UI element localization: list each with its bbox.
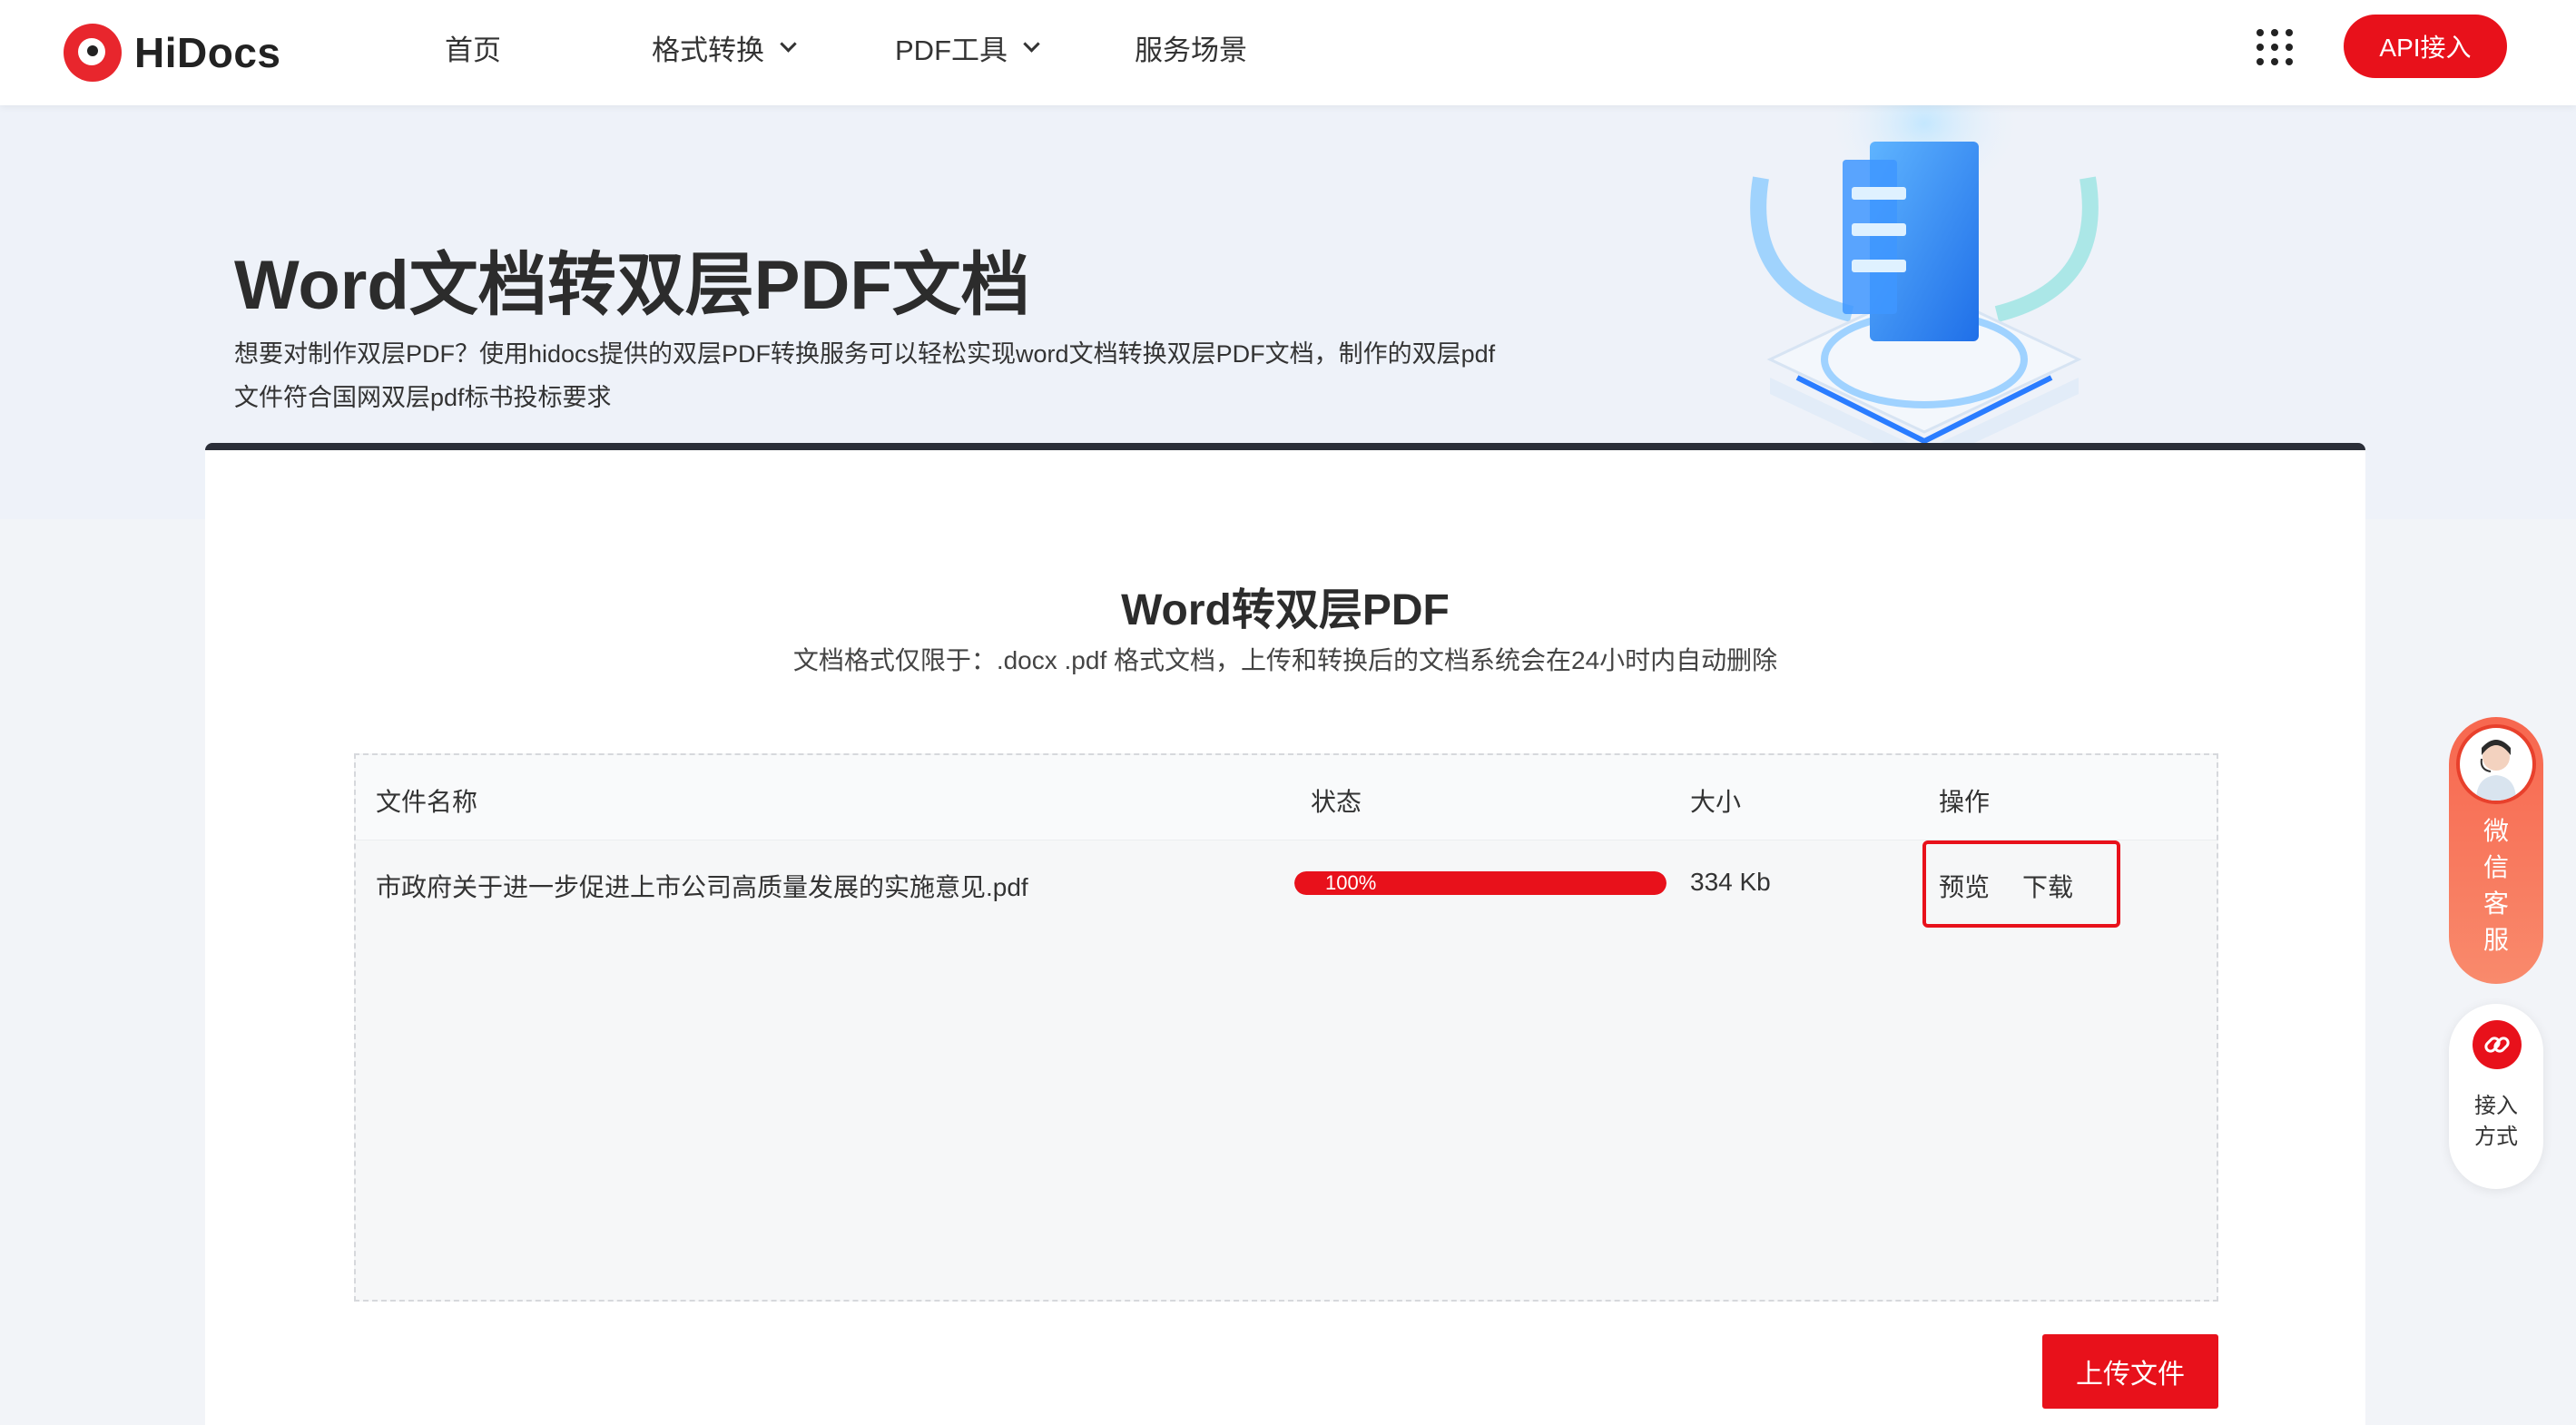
progress-bar: 100%	[1294, 871, 1667, 895]
preview-link[interactable]: 预览	[1939, 868, 1990, 904]
chevron-down-icon	[1023, 35, 1040, 53]
file-name: 市政府关于进一步促进上市公司高质量发展的实施意见.pdf	[376, 873, 1028, 901]
brand-logo[interactable]: HiDocs	[64, 15, 280, 91]
access-method-widget[interactable]: 接入 方式	[2449, 1004, 2543, 1189]
wechat-support-widget[interactable]: 微 信 客 服	[2449, 717, 2543, 984]
link-icon	[2473, 1020, 2522, 1069]
file-table[interactable]: 文件名称 状态 大小 操作 市政府关于进一步促进上市公司高质量发展的实施意见.p…	[354, 753, 2218, 1302]
download-link[interactable]: 下载	[2022, 868, 2073, 904]
nav-home-label: 首页	[445, 34, 501, 66]
brand-name: HiDocs	[134, 29, 281, 76]
page-title: Word文档转双层PDF文档	[234, 247, 1030, 324]
col-actions: 操作	[1939, 788, 1991, 816]
nav-scenarios-label: 服务场景	[1135, 34, 1247, 66]
nav-scenarios[interactable]: 服务场景	[1135, 27, 1247, 68]
col-status: 状态	[1311, 788, 1362, 816]
table-header: 文件名称 状态 大小 操作	[356, 755, 2217, 840]
wechat-label-1: 微	[2483, 817, 2509, 845]
nav-pdf-tools[interactable]: PDF工具	[895, 27, 1040, 68]
wechat-label-4: 服	[2483, 926, 2509, 954]
progress-fill: 100%	[1294, 871, 1667, 895]
top-header: HiDocs 首页 格式转换 PDF工具 服务场景 API接入	[0, 0, 2576, 105]
nav-home[interactable]: 首页	[445, 27, 501, 68]
page-description: 想要对制作双层PDF？使用hidocs提供的双层PDF转换服务可以轻松实现wor…	[234, 340, 1496, 411]
wechat-label-3: 客	[2483, 889, 2509, 918]
apps-grid-icon[interactable]	[2256, 29, 2293, 65]
nav-format-convert[interactable]: 格式转换	[652, 27, 797, 68]
support-avatar	[2456, 724, 2536, 804]
converter-panel: Word转双层PDF 文档格式仅限于：.docx .pdf 格式文档，上传和转换…	[205, 443, 2365, 1425]
access-label-1: 接入	[2474, 1094, 2518, 1118]
upload-file-button[interactable]: 上传文件	[2042, 1334, 2218, 1409]
chevron-down-icon	[780, 35, 797, 53]
progress-label: 100%	[1325, 871, 1377, 894]
api-access-button[interactable]: API接入	[2344, 15, 2507, 78]
access-label-2: 方式	[2474, 1125, 2518, 1149]
wechat-label-2: 信	[2483, 853, 2509, 881]
nav-pdf-tools-label: PDF工具	[895, 34, 1008, 66]
converter-title: Word转双层PDF	[1121, 586, 1450, 634]
converter-subtitle: 文档格式仅限于：.docx .pdf 格式文档，上传和转换后的文档系统会在24小…	[792, 646, 1778, 674]
file-size: 334 Kb	[1690, 868, 1771, 896]
col-file-name: 文件名称	[376, 788, 478, 816]
col-size: 大小	[1690, 788, 1742, 816]
logo-icon	[64, 24, 122, 82]
nav-format-convert-label: 格式转换	[652, 34, 764, 66]
